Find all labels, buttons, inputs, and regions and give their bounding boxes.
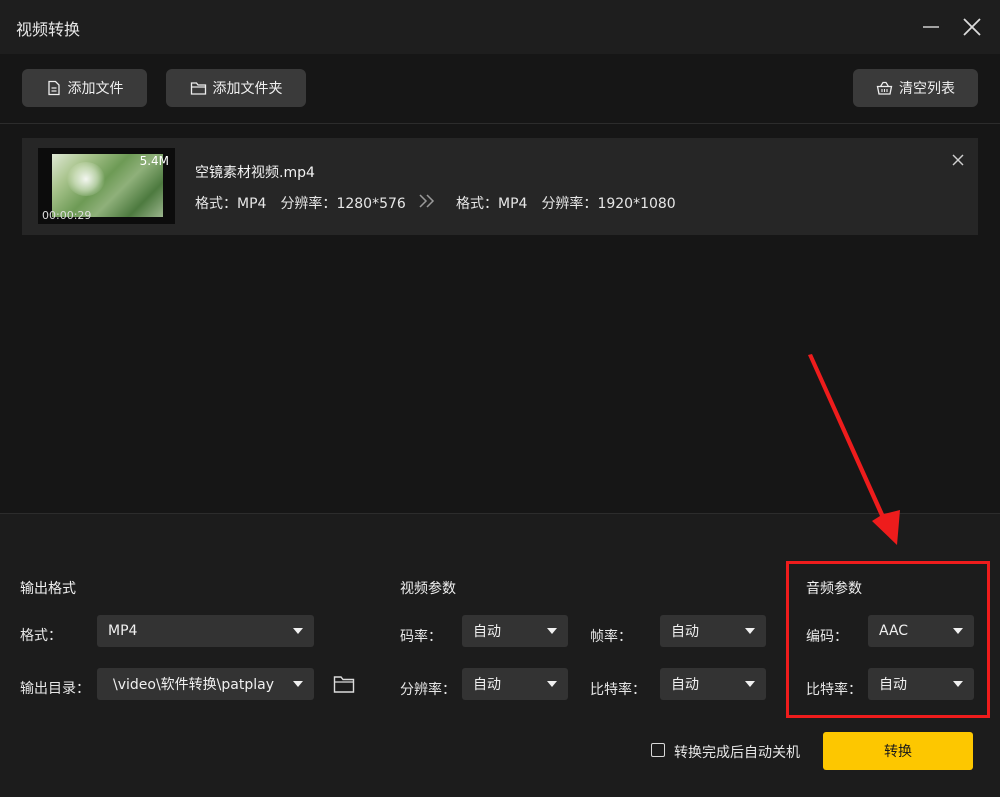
target-resolution: 1920*1080 xyxy=(597,196,676,212)
file-icon xyxy=(47,80,60,96)
video-ratio-value: 自动 xyxy=(671,677,699,693)
output-dir-select[interactable]: \video\软件转换\patplay xyxy=(97,668,314,700)
video-resolution-select[interactable]: 自动 xyxy=(462,668,568,700)
framerate-select[interactable]: 自动 xyxy=(660,615,766,647)
source-format-label: 格式： xyxy=(195,196,237,212)
format-select-value: MP4 xyxy=(108,623,138,639)
caret-down-icon xyxy=(547,628,557,634)
close-icon xyxy=(952,154,964,166)
shutdown-label: 转换完成后自动关机 xyxy=(674,745,800,761)
file-list-item[interactable]: 5.4M 00:00:29 空镜素材视频.mp4 格式：MP4 分辨率：1280*… xyxy=(22,138,978,235)
toolbar: 添加文件 添加文件夹 清空列表 xyxy=(0,54,1000,124)
target-resolution-label: 分辨率： xyxy=(541,196,598,212)
convert-button[interactable]: 转换 xyxy=(823,732,973,770)
source-format: MP4 xyxy=(237,196,267,212)
add-folder-label: 添加文件夹 xyxy=(212,81,283,97)
add-folder-button[interactable]: 添加文件夹 xyxy=(166,69,306,107)
video-resolution-value: 自动 xyxy=(473,677,501,693)
double-chevron-right-icon xyxy=(419,194,435,208)
folder-open-icon xyxy=(333,676,355,693)
bitrate-label: 码率： xyxy=(400,629,442,645)
video-resolution-label: 分辨率： xyxy=(400,682,456,698)
framerate-value: 自动 xyxy=(671,624,699,640)
target-format: MP4 xyxy=(498,196,528,212)
output-format-title: 输出格式 xyxy=(20,581,76,597)
video-ratio-select[interactable]: 自动 xyxy=(660,668,766,700)
video-params-title: 视频参数 xyxy=(400,581,456,597)
video-thumbnail: 5.4M 00:00:29 xyxy=(38,148,175,224)
video-duration: 00:00:29 xyxy=(42,209,92,222)
close-button[interactable] xyxy=(957,12,987,42)
file-size: 5.4M xyxy=(139,154,169,168)
clear-list-button[interactable]: 清空列表 xyxy=(853,69,978,107)
format-label: 格式： xyxy=(20,628,62,644)
add-file-button[interactable]: 添加文件 xyxy=(22,69,147,107)
convert-button-label: 转换 xyxy=(884,744,912,760)
video-bitrate-select[interactable]: 自动 xyxy=(462,615,568,647)
title-bar: 视频转换 xyxy=(0,0,1000,54)
output-dir-value: \video\软件转换\patplay xyxy=(113,677,274,693)
caret-down-icon xyxy=(293,628,303,634)
window-title: 视频转换 xyxy=(16,20,81,39)
source-resolution-label: 分辨率： xyxy=(280,196,337,212)
caret-down-icon xyxy=(547,681,557,687)
source-info: 格式：MP4 分辨率：1280*576 xyxy=(195,193,406,213)
annotation-highlight-box xyxy=(786,561,990,718)
caret-down-icon xyxy=(745,681,755,687)
caret-down-icon xyxy=(293,681,303,687)
target-format-label: 格式： xyxy=(456,196,498,212)
output-dir-label: 输出目录： xyxy=(20,681,90,697)
basket-icon xyxy=(876,81,893,95)
folder-icon xyxy=(190,82,206,95)
settings-panel: 输出格式 格式： MP4 输出目录： \video\软件转换\patplay 视… xyxy=(0,514,1000,797)
clear-list-label: 清空列表 xyxy=(899,81,955,97)
add-file-label: 添加文件 xyxy=(67,81,124,97)
target-info: 格式：MP4 分辨率：1920*1080 xyxy=(456,193,676,213)
framerate-label: 帧率： xyxy=(590,629,632,645)
minimize-button[interactable] xyxy=(916,12,946,42)
minimize-icon xyxy=(923,26,939,28)
video-bitrate-value: 自动 xyxy=(473,624,501,640)
source-resolution: 1280*576 xyxy=(336,196,406,212)
file-name: 空镜素材视频.mp4 xyxy=(195,165,315,181)
caret-down-icon xyxy=(745,628,755,634)
format-select[interactable]: MP4 xyxy=(97,615,314,647)
remove-file-button[interactable] xyxy=(950,152,966,168)
video-ratio-label: 比特率： xyxy=(590,682,646,698)
browse-folder-button[interactable] xyxy=(333,673,355,695)
shutdown-checkbox[interactable] xyxy=(651,743,665,757)
close-icon xyxy=(963,18,981,36)
